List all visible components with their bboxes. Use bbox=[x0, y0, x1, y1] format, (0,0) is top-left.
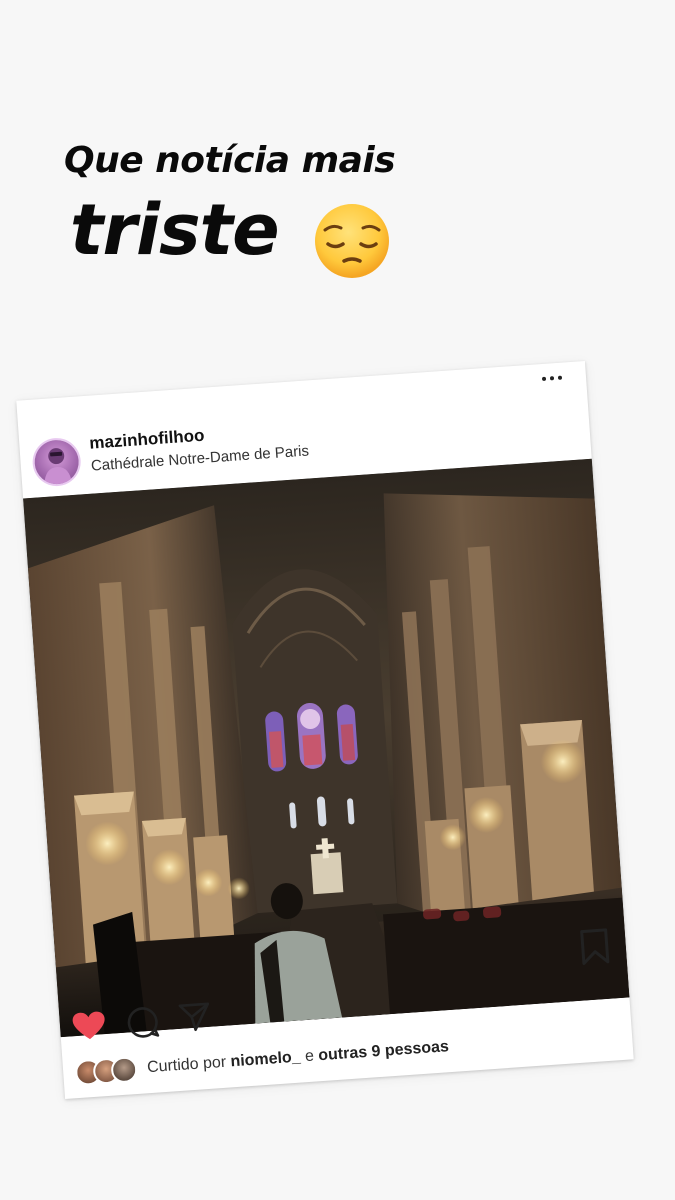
bookmark-icon[interactable] bbox=[576, 927, 613, 967]
send-icon[interactable] bbox=[177, 999, 213, 1035]
cathedral-interior-image bbox=[23, 458, 630, 1038]
heart-icon[interactable] bbox=[71, 1010, 107, 1042]
liked-by-others[interactable]: outras 9 pessoas bbox=[318, 1038, 450, 1064]
post-photo[interactable] bbox=[23, 458, 630, 1038]
liked-by-connector: e bbox=[304, 1047, 315, 1066]
liked-by-prefix: Curtido por bbox=[146, 1053, 227, 1077]
post-card: mazinhofilhoo Cathédrale Notre-Dame de P… bbox=[16, 360, 634, 1100]
liked-by-text: Curtido por niomelo_ e outras 9 pessoas bbox=[147, 1038, 450, 1077]
post-username[interactable]: mazinhofilhoo bbox=[89, 426, 205, 454]
avatar-person-icon bbox=[44, 448, 73, 485]
liker-avatar bbox=[110, 1055, 139, 1084]
caption-line-1: Que notícia mais bbox=[64, 140, 396, 181]
avatar[interactable] bbox=[33, 438, 81, 486]
liked-by-row[interactable]: Curtido por niomelo_ e outras 9 pessoas bbox=[74, 1034, 450, 1087]
caption-line-2: triste bbox=[70, 189, 280, 271]
comment-icon[interactable] bbox=[125, 1004, 161, 1040]
more-options-icon[interactable] bbox=[540, 372, 565, 384]
pensive-face-emoji-icon[interactable] bbox=[313, 202, 391, 280]
liked-by-user[interactable]: niomelo_ bbox=[230, 1049, 301, 1071]
